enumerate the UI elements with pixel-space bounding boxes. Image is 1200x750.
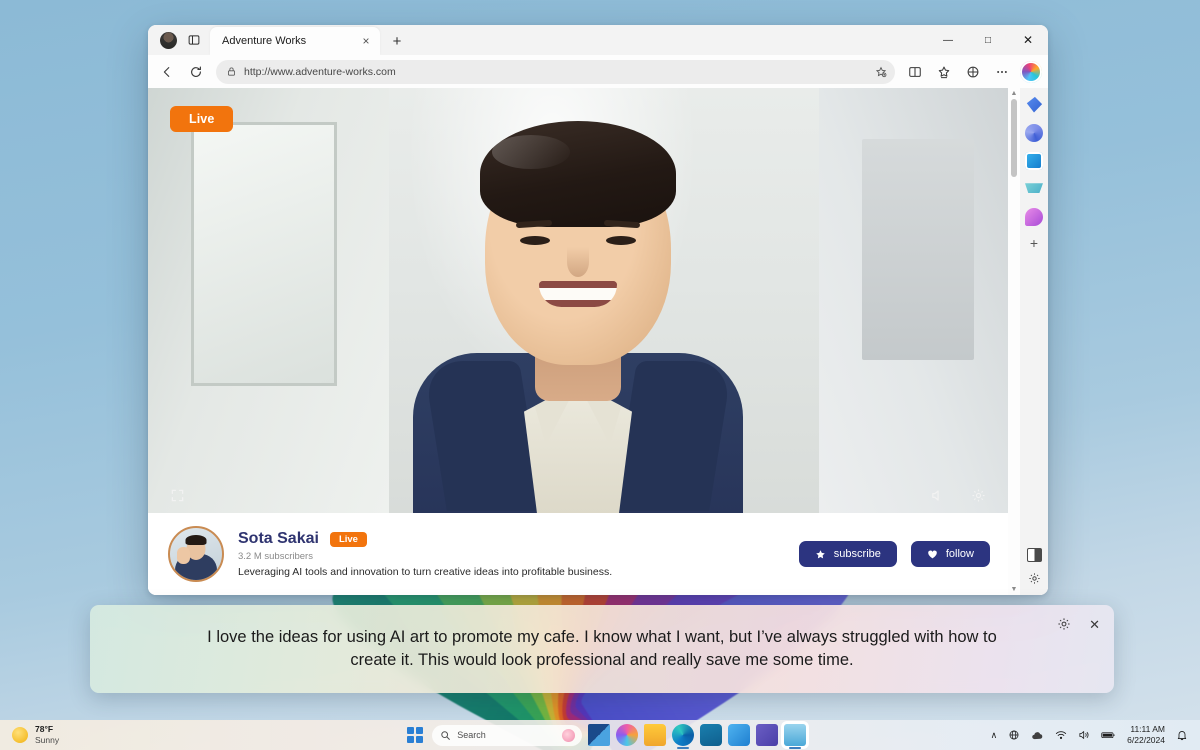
taskbar-app-edge[interactable] — [672, 724, 695, 749]
heart-icon — [928, 550, 937, 558]
browser-body: Live Sota Sakai Live 3.2 M subscribers L… — [148, 88, 1048, 595]
profile-avatar-icon[interactable] — [156, 28, 180, 52]
copilot-icon[interactable] — [1020, 60, 1042, 83]
shopping-tag-icon[interactable] — [1026, 96, 1043, 113]
video-player[interactable]: Live — [148, 88, 1008, 513]
sidebar-split-screen-icon[interactable] — [1026, 548, 1042, 562]
creator-live-badge: Live — [329, 531, 367, 547]
tab-close-icon[interactable]: × — [358, 33, 374, 49]
video-right-controls — [930, 488, 986, 503]
video-live-badge: Live — [170, 106, 234, 132]
collections-icon[interactable] — [960, 59, 986, 85]
taskbar-app-media[interactable] — [784, 724, 807, 749]
bell-icon[interactable] — [1176, 729, 1188, 741]
system-tray: ∧ 11:11 AM 6/22/2024 — [991, 724, 1200, 746]
taskbar-center: Search — [220, 724, 991, 749]
creator-avatar[interactable] — [168, 526, 224, 582]
creator-actions: subscribe follow — [798, 541, 990, 567]
live-captions-panel: I love the ideas for using AI art to pro… — [90, 605, 1114, 693]
creator-subscribers: 3.2 M subscribers — [238, 551, 313, 562]
browser-toolbar: http://www.adventure-works.com — [148, 55, 1048, 88]
minimize-button[interactable]: — — [928, 25, 968, 55]
close-button[interactable]: ✕ — [1008, 25, 1048, 55]
creator-bio: Leveraging AI tools and innovation to tu… — [238, 566, 613, 578]
back-arrow-icon[interactable] — [154, 59, 180, 85]
follow-label: follow — [945, 548, 974, 560]
creator-name: Sota Sakai — [238, 530, 319, 547]
add-sidebar-app-button[interactable]: + — [1030, 236, 1038, 250]
taskbar-app-copilot[interactable] — [616, 724, 639, 746]
wifi-icon[interactable] — [1055, 729, 1067, 741]
taskbar-weather-widget[interactable]: 78°F Sunny — [0, 724, 220, 745]
captions-settings-gear-icon[interactable] — [1057, 617, 1071, 631]
video-subject — [413, 113, 743, 513]
scroll-down-arrow[interactable]: ▼ — [1011, 586, 1018, 593]
image-creator-icon[interactable] — [1025, 152, 1043, 170]
games-icon[interactable] — [1025, 208, 1043, 226]
add-favorite-icon[interactable] — [875, 66, 887, 78]
taskbar-app-store[interactable] — [700, 724, 723, 746]
favorites-star-icon[interactable] — [931, 59, 957, 85]
search-placeholder: Search — [457, 730, 486, 740]
taskbar-app-file-explorer[interactable] — [644, 724, 667, 746]
window-controls: — □ ✕ — [928, 25, 1048, 55]
new-tab-button[interactable]: + — [386, 30, 408, 52]
search-highlight-icon — [562, 728, 576, 742]
creator-card: Sota Sakai Live 3.2 M subscribers Levera… — [148, 513, 1008, 595]
browser-essentials-icon[interactable] — [1025, 124, 1043, 142]
page-content: Live Sota Sakai Live 3.2 M subscribers L… — [148, 88, 1008, 595]
sidebar-settings-gear-icon[interactable] — [1028, 572, 1041, 585]
maximize-button[interactable]: □ — [968, 25, 1008, 55]
clock-date: 6/22/2024 — [1127, 735, 1165, 745]
start-button[interactable] — [404, 724, 426, 746]
tab-title: Adventure Works — [222, 35, 307, 47]
page-scrollbar[interactable]: ▲ ▼ — [1008, 88, 1020, 595]
search-input[interactable]: Search — [432, 724, 583, 746]
live-captions-text: I love the ideas for using AI art to pro… — [207, 627, 997, 669]
scrollbar-track[interactable] — [1008, 97, 1020, 586]
scrollbar-thumb[interactable] — [1011, 99, 1017, 177]
shopping-cart-icon[interactable] — [1025, 183, 1043, 193]
taskbar-app-teams[interactable] — [756, 724, 779, 746]
browser-title-bar: Adventure Works × + — □ ✕ — [148, 25, 1048, 55]
taskbar-app-onedrive[interactable] — [728, 724, 751, 746]
browser-window: Adventure Works × + — □ ✕ http://www.adv… — [148, 25, 1048, 595]
weather-condition: Sunny — [35, 735, 60, 745]
edge-sidebar: + — [1020, 88, 1048, 595]
network-icon[interactable] — [1008, 729, 1020, 741]
tray-chevron-up-icon[interactable]: ∧ — [991, 730, 998, 741]
sun-icon — [12, 727, 28, 743]
tab-search-icon[interactable] — [182, 28, 206, 52]
volume-icon[interactable] — [1078, 729, 1090, 741]
creator-info: Sota Sakai Live 3.2 M subscribers Levera… — [238, 530, 785, 578]
lock-site-info-icon — [227, 67, 236, 76]
weather-temperature: 78°F — [35, 724, 54, 735]
video-settings-gear-icon[interactable] — [971, 488, 986, 503]
cloud-icon[interactable] — [1031, 729, 1044, 742]
clock-time: 11:11 AM — [1130, 723, 1165, 734]
battery-icon[interactable] — [1101, 729, 1116, 741]
subscribe-label: subscribe — [833, 548, 881, 560]
taskbar: 78°F Sunny Search ∧ 11:11 AM 6/22/2024 — [0, 720, 1200, 750]
captions-close-icon[interactable]: ✕ — [1089, 618, 1100, 631]
volume-mute-icon[interactable] — [930, 488, 945, 503]
fullscreen-icon[interactable] — [170, 488, 185, 503]
scroll-up-arrow[interactable]: ▲ — [1011, 90, 1018, 97]
more-options-icon[interactable] — [989, 59, 1015, 85]
live-captions-controls: ✕ — [1057, 617, 1100, 631]
follow-button[interactable]: follow — [910, 541, 990, 567]
address-bar-url: http://www.adventure-works.com — [244, 65, 396, 78]
split-screen-icon[interactable] — [902, 59, 928, 85]
clock[interactable]: 11:11 AM 6/22/2024 — [1127, 724, 1165, 746]
browser-tab[interactable]: Adventure Works × — [210, 27, 380, 55]
refresh-icon[interactable] — [183, 59, 209, 85]
address-bar[interactable]: http://www.adventure-works.com — [216, 59, 895, 84]
star-icon — [816, 549, 825, 558]
search-icon — [441, 730, 451, 740]
subscribe-button[interactable]: subscribe — [798, 541, 897, 567]
taskbar-app-widgets[interactable] — [588, 724, 611, 746]
